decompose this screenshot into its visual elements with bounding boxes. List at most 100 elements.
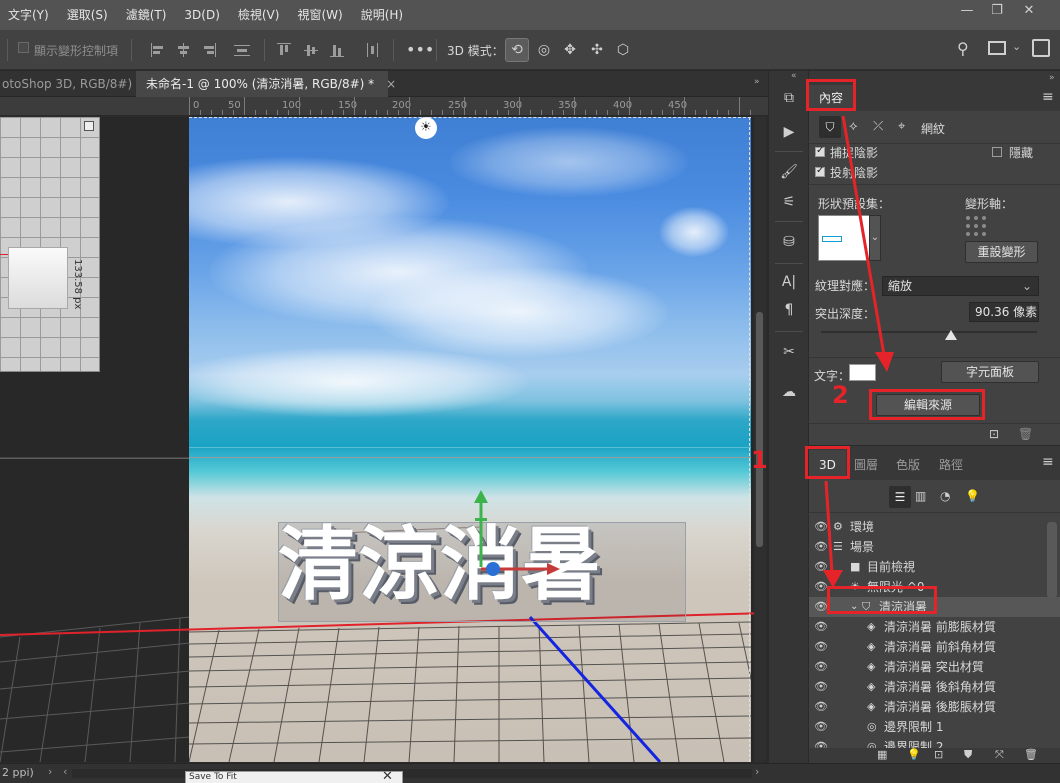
menu-help[interactable]: 說明(H): [352, 0, 412, 30]
share-icon[interactable]: [1032, 39, 1050, 57]
new-light-icon[interactable]: 💡: [907, 748, 921, 761]
layer-row[interactable]: 👁 ☰ 場景: [809, 537, 1060, 557]
more-options-icon[interactable]: •••: [406, 40, 434, 59]
ground-icon[interactable]: ⛊: [964, 748, 972, 762]
tab-paths[interactable]: 路徑: [929, 450, 973, 480]
eye-icon[interactable]: 👁: [814, 717, 828, 737]
constraint-icon[interactable]: ⤧: [995, 748, 1004, 762]
collapse-tabs-icon[interactable]: »: [754, 77, 760, 87]
status-menu-icon[interactable]: ›: [48, 765, 52, 778]
show-transform-checkbox[interactable]: [18, 42, 29, 53]
filter-material-icon[interactable]: ◔: [940, 489, 950, 503]
layer-row[interactable]: 👁 ■ 目前檢視: [809, 557, 1060, 577]
search-icon[interactable]: ⚲: [957, 39, 969, 58]
trash-icon[interactable]: 🗑: [1018, 427, 1033, 441]
close-icon[interactable]: ✕: [382, 769, 393, 783]
collapse-icon[interactable]: »: [1049, 73, 1055, 83]
layer-row[interactable]: 👁 ⚙ 環境: [809, 517, 1060, 537]
filter-light-icon[interactable]: 💡: [965, 489, 980, 503]
3d-pan-icon[interactable]: ✥: [558, 38, 582, 62]
render-icon[interactable]: ⊡: [934, 748, 943, 761]
character-icon[interactable]: A|: [769, 269, 809, 295]
document-canvas[interactable]: 133.58 px 清涼消暑 ☀: [0, 117, 766, 762]
eye-icon[interactable]: 👁: [814, 697, 828, 717]
trash-icon[interactable]: 🗑: [1024, 748, 1038, 761]
text-color-swatch[interactable]: [849, 364, 876, 381]
mini-window[interactable]: Save To Fit ✕: [185, 769, 403, 783]
panel-menu-icon[interactable]: ≡: [1042, 89, 1054, 105]
close-window-button[interactable]: ✕: [1014, 0, 1044, 24]
layer-row[interactable]: 👁 ◈ 清涼消暑 後斜角材質: [809, 677, 1060, 697]
light-icon[interactable]: ☀: [415, 117, 437, 139]
eye-icon[interactable]: 👁: [814, 657, 828, 677]
cap-subtab-icon[interactable]: ⤫: [873, 119, 883, 134]
align-right-icon[interactable]: [201, 43, 217, 57]
collapse-icon[interactable]: «: [791, 71, 797, 81]
chevron-down-icon[interactable]: ⌄: [869, 215, 881, 261]
layer-row[interactable]: 👁 ◎ 邊界限制 2: [809, 737, 1060, 748]
brush-icon[interactable]: 🖌: [769, 159, 809, 185]
catch-shadow-checkbox[interactable]: [815, 145, 825, 157]
3d-scale-icon[interactable]: ⬡: [611, 38, 635, 62]
close-icon[interactable]: ×: [386, 71, 396, 97]
extrusion-slider-track[interactable]: [821, 331, 1037, 333]
tab-document-1[interactable]: otoShop 3D, RGB/8#)×: [0, 71, 154, 97]
layer-row[interactable]: 👁 ◈ 清涼消暑 前膨脹材質: [809, 617, 1060, 637]
eye-icon[interactable]: 👁: [814, 517, 828, 537]
brush-settings-icon[interactable]: ⚟: [769, 189, 809, 215]
eye-icon[interactable]: 👁: [814, 737, 828, 748]
reset-deform-button[interactable]: 重設變形: [965, 241, 1038, 263]
menu-view[interactable]: 檢視(V): [229, 0, 289, 30]
align-left-icon[interactable]: [151, 43, 167, 57]
align-center-icon[interactable]: [176, 43, 192, 57]
menu-type[interactable]: 文字(Y): [0, 0, 58, 30]
filter-mesh-icon[interactable]: ▥: [915, 489, 926, 503]
3d-roll-icon[interactable]: ◎: [532, 38, 556, 62]
tab-document-2[interactable]: 未命名-1 @ 100% (清涼消暑, RGB/8#) * ×: [136, 71, 396, 97]
coordinates-subtab-icon[interactable]: ⌖: [898, 119, 905, 134]
tab-channels[interactable]: 色版: [886, 450, 930, 480]
restore-button[interactable]: ❐: [982, 0, 1012, 24]
clone-source-icon[interactable]: ⛁: [769, 229, 809, 255]
menu-3d[interactable]: 3D(D): [175, 0, 228, 30]
layer-row[interactable]: 👁 ◈ 清涼消暑 後膨脹材質: [809, 697, 1060, 717]
align-bottom-icon[interactable]: [330, 43, 346, 57]
scrollbar-thumb[interactable]: [756, 312, 763, 547]
scroll-left-icon[interactable]: ‹: [63, 765, 67, 778]
eye-icon[interactable]: 👁: [814, 617, 828, 637]
layer-row[interactable]: 👁 ◈ 清涼消暑 突出材質: [809, 657, 1060, 677]
layer-row[interactable]: 👁 ◎ 邊界限制 1: [809, 717, 1060, 737]
deform-axis-grid[interactable]: [966, 216, 986, 236]
vertical-scrollbar[interactable]: [754, 117, 766, 762]
menu-filter[interactable]: 濾鏡(T): [117, 0, 176, 30]
distribute-vertical-icon[interactable]: [365, 43, 381, 57]
tool-presets-icon[interactable]: ✂: [769, 339, 809, 365]
horizontal-scrollbar[interactable]: [72, 769, 752, 778]
deform-subtab-icon[interactable]: ⟡: [849, 119, 858, 134]
eye-icon[interactable]: 👁: [814, 557, 828, 577]
layer-scrollbar-thumb[interactable]: [1047, 522, 1057, 598]
chevron-down-icon[interactable]: ⌄: [1012, 40, 1021, 53]
scroll-right-icon[interactable]: ›: [755, 765, 759, 778]
eye-icon[interactable]: 👁: [814, 677, 828, 697]
render-icon[interactable]: ⊡: [989, 427, 999, 441]
3d-gizmo[interactable]: [465, 487, 565, 587]
workspace-icon[interactable]: [988, 41, 1006, 55]
3d-slide-icon[interactable]: ✣: [585, 38, 609, 62]
filter-scene-icon[interactable]: ☰: [889, 486, 911, 508]
eye-icon[interactable]: 👁: [814, 577, 828, 597]
history-icon[interactable]: ⧉: [769, 85, 809, 111]
panel-menu-icon[interactable]: ≡: [1042, 454, 1054, 470]
tab-layers[interactable]: 圖層: [844, 450, 888, 480]
align-top-icon[interactable]: [277, 43, 293, 57]
extrusion-slider-thumb[interactable]: [944, 330, 957, 340]
align-middle-icon[interactable]: [304, 43, 320, 57]
cast-shadow-checkbox[interactable]: [815, 165, 825, 177]
new-mesh-icon[interactable]: ▦: [877, 748, 887, 761]
3d-orbit-icon[interactable]: ⟲: [505, 38, 529, 62]
distribute-horizontal-icon[interactable]: [234, 43, 250, 57]
eye-icon[interactable]: 👁: [814, 597, 828, 617]
menu-select[interactable]: 選取(S): [58, 0, 117, 30]
play-action-icon[interactable]: ▶: [769, 119, 809, 145]
character-panel-button[interactable]: 字元面板: [941, 361, 1039, 383]
